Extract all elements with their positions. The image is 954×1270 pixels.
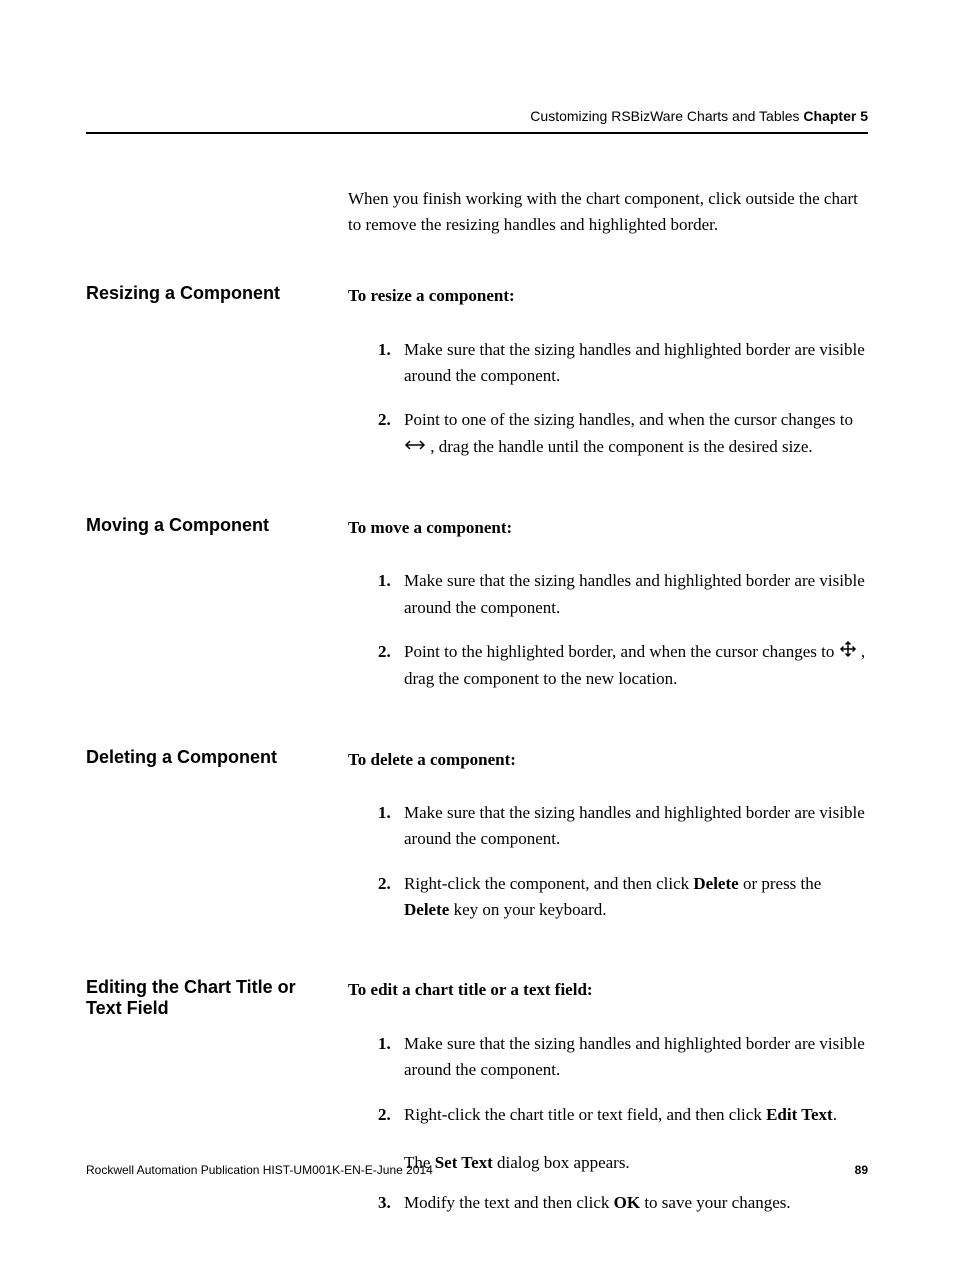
ok-word: OK bbox=[614, 1193, 640, 1212]
delete-heading: Deleting a Component bbox=[86, 747, 348, 768]
horizontal-resize-icon bbox=[404, 434, 426, 460]
move-step-2: Point to the highlighted border, and whe… bbox=[378, 639, 868, 693]
move-step-1: Make sure that the sizing handles and hi… bbox=[378, 568, 868, 621]
delete-word-2: Delete bbox=[404, 900, 449, 919]
delete-word-1: Delete bbox=[693, 874, 738, 893]
delete-step-2: Right-click the component, and then clic… bbox=[378, 871, 868, 924]
resize-lead: To resize a component: bbox=[348, 283, 868, 309]
edit-step-2a: Right-click the chart title or text fiel… bbox=[404, 1105, 766, 1124]
header-title: Customizing RSBizWare Charts and Tables bbox=[530, 108, 799, 124]
move-cursor-icon bbox=[839, 640, 857, 666]
edit-step-3b: to save your changes. bbox=[640, 1193, 791, 1212]
delete-lead: To delete a component: bbox=[348, 747, 868, 773]
edit-step-2b: . bbox=[833, 1105, 837, 1124]
resize-step-2b: , drag the handle until the component is… bbox=[430, 437, 812, 456]
page-content: When you finish working with the chart c… bbox=[86, 186, 868, 1270]
edit-text-word: Edit Text bbox=[766, 1105, 833, 1124]
edit-step-3a: Modify the text and then click bbox=[404, 1193, 614, 1212]
edit-step-3: Modify the text and then click OK to sav… bbox=[378, 1190, 868, 1216]
page-footer: Rockwell Automation Publication HIST-UM0… bbox=[86, 1163, 868, 1177]
edit-step-2: Right-click the chart title or text fiel… bbox=[378, 1102, 868, 1128]
publication-info: Rockwell Automation Publication HIST-UM0… bbox=[86, 1163, 433, 1177]
resize-step-2a: Point to one of the sizing handles, and … bbox=[404, 410, 853, 429]
running-header: Customizing RSBizWare Charts and Tables … bbox=[530, 108, 868, 124]
edit-steps-cont: Modify the text and then click OK to sav… bbox=[378, 1190, 868, 1216]
delete-step-2a: Right-click the component, and then clic… bbox=[404, 874, 693, 893]
delete-steps: Make sure that the sizing handles and hi… bbox=[378, 800, 868, 923]
header-chapter: Chapter 5 bbox=[803, 108, 868, 124]
resize-steps: Make sure that the sizing handles and hi… bbox=[378, 337, 868, 461]
resize-heading: Resizing a Component bbox=[86, 283, 348, 304]
edit-step-1: Make sure that the sizing handles and hi… bbox=[378, 1031, 868, 1084]
delete-step-2b: or press the bbox=[739, 874, 822, 893]
delete-step-2c: key on your keyboard. bbox=[449, 900, 606, 919]
move-heading: Moving a Component bbox=[86, 515, 348, 536]
resize-step-1: Make sure that the sizing handles and hi… bbox=[378, 337, 868, 390]
intro-paragraph: When you finish working with the chart c… bbox=[348, 186, 868, 237]
move-steps: Make sure that the sizing handles and hi… bbox=[378, 568, 868, 692]
resize-step-2: Point to one of the sizing handles, and … bbox=[378, 407, 868, 461]
edit-lead: To edit a chart title or a text field: bbox=[348, 977, 868, 1003]
delete-step-1: Make sure that the sizing handles and hi… bbox=[378, 800, 868, 853]
edit-steps: Make sure that the sizing handles and hi… bbox=[378, 1031, 868, 1128]
edit-heading: Editing the Chart Title or Text Field bbox=[86, 977, 348, 1019]
page-number: 89 bbox=[855, 1163, 868, 1177]
move-lead: To move a component: bbox=[348, 515, 868, 541]
move-step-2a: Point to the highlighted border, and whe… bbox=[404, 642, 839, 661]
header-rule bbox=[86, 132, 868, 134]
